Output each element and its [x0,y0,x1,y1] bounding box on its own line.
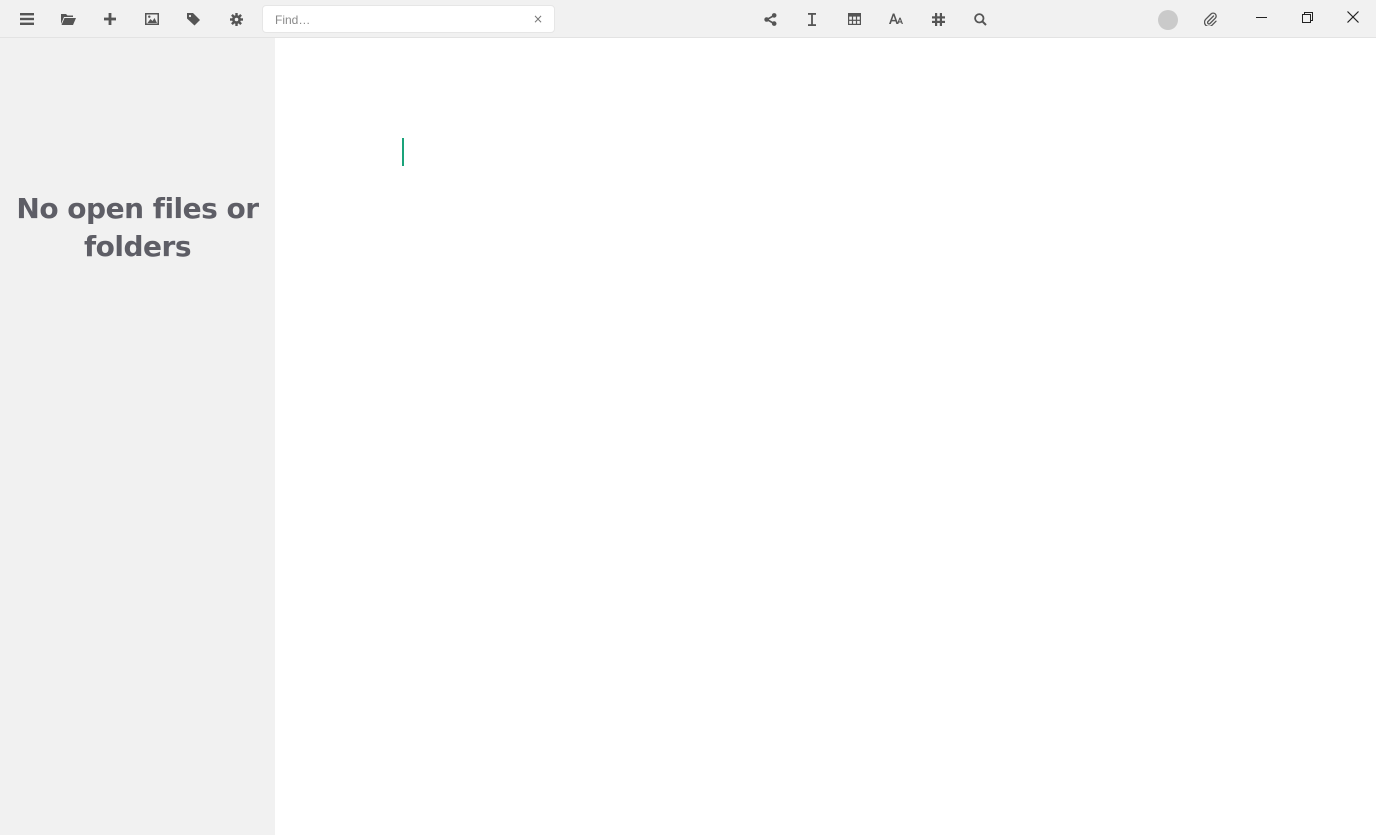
clear-search-icon[interactable]: × [532,12,544,26]
folder-open-icon[interactable] [58,9,78,29]
attachment-icon[interactable] [1200,9,1220,29]
font-icon[interactable] [886,9,906,29]
search-input[interactable] [273,10,527,30]
sidebar: No open files or folders [0,38,275,835]
editor-area[interactable] [275,38,1376,835]
text-cursor-icon[interactable] [802,9,822,29]
restore-icon[interactable] [1294,6,1320,28]
close-icon[interactable] [1340,6,1366,28]
table-icon[interactable] [844,9,864,29]
image-icon[interactable] [142,9,162,29]
minimize-icon[interactable] [1248,6,1274,28]
share-icon[interactable] [760,9,780,29]
search-icon[interactable] [970,9,990,29]
tag-icon[interactable] [184,9,204,29]
empty-sidebar-message: No open files or folders [16,192,259,263]
plus-icon[interactable] [100,9,120,29]
gear-icon[interactable] [226,9,246,29]
search-box: × [262,5,555,33]
toolbar: × [0,0,1376,38]
text-caret [402,138,404,166]
status-dot [1158,10,1178,30]
hashtag-icon[interactable] [928,9,948,29]
menu-icon[interactable] [17,9,37,29]
